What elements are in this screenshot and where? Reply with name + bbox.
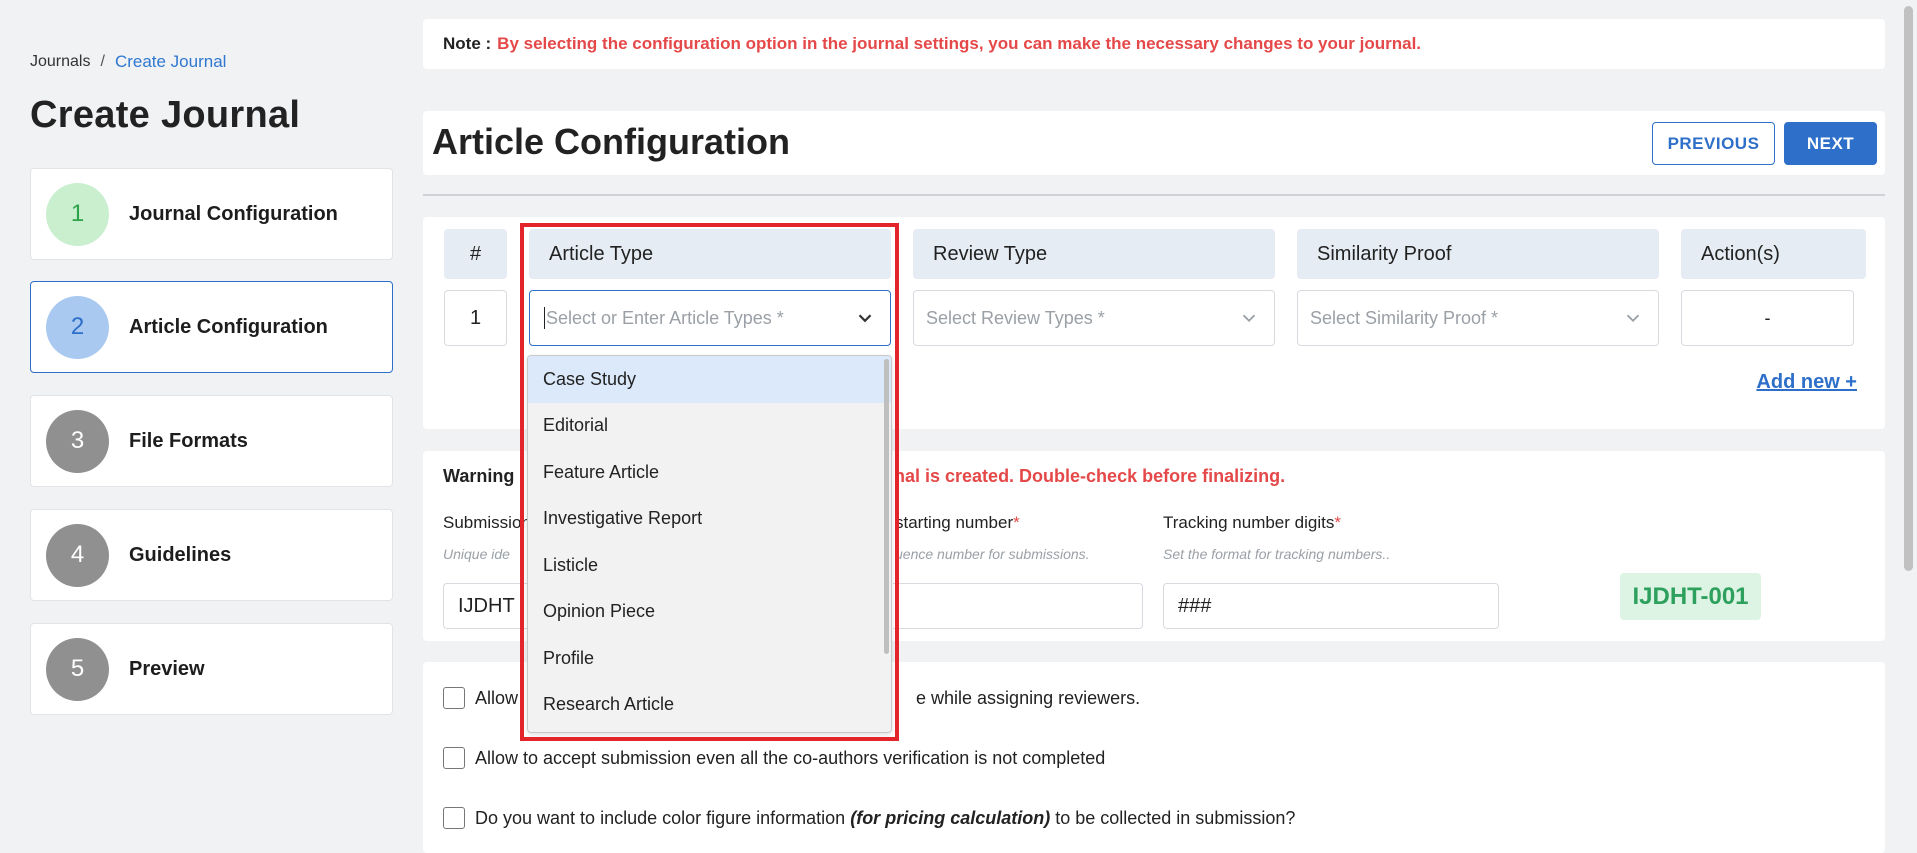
add-new-link[interactable]: Add new + xyxy=(1756,371,1857,394)
tracking-digits-input[interactable]: ### xyxy=(1163,583,1499,629)
step-article-configuration[interactable]: 2 Article Configuration xyxy=(30,281,393,373)
next-button[interactable]: NEXT xyxy=(1784,122,1877,165)
breadcrumb-current[interactable]: Create Journal xyxy=(115,52,227,72)
option-coauthor-verification: Allow to accept submission even all the … xyxy=(443,747,1105,769)
submission-label: Submission xyxy=(443,513,531,532)
breadcrumb: Journals / Create Journal xyxy=(30,52,226,72)
row-number: 1 xyxy=(444,290,507,346)
step-label: Preview xyxy=(129,657,205,680)
tracking-digits-label: Tracking number digits* xyxy=(1163,513,1341,532)
checkbox[interactable] xyxy=(443,747,465,769)
step-preview[interactable]: 5 Preview xyxy=(30,623,393,715)
step-number-badge: 3 xyxy=(46,409,109,473)
option-color-figure: Do you want to include color figure info… xyxy=(443,807,1295,829)
option-text-end: e while assigning reviewers. xyxy=(916,687,1141,708)
step-label: Journal Configuration xyxy=(129,202,338,225)
warning-text: nal is created. Double-check before fina… xyxy=(894,466,1286,486)
starting-number-label: starting number* xyxy=(895,513,1020,532)
review-type-placeholder: Select Review Types * xyxy=(926,307,1105,328)
section-header: Article Configuration PREVIOUS NEXT xyxy=(423,111,1885,175)
option-text-start: Allow xyxy=(475,687,519,708)
note-text: By selecting the configuration option in… xyxy=(497,34,1422,53)
step-label: Guidelines xyxy=(129,543,232,566)
tracking-digits-hint: Set the format for tracking numbers.. xyxy=(1163,546,1391,562)
step-number-badge: 4 xyxy=(46,523,109,587)
header-review-type: Review Type xyxy=(913,229,1275,279)
checkbox[interactable] xyxy=(443,807,465,829)
review-type-select[interactable]: Select Review Types * xyxy=(913,290,1275,346)
previous-button[interactable]: PREVIOUS xyxy=(1652,122,1775,165)
page-scrollbar[interactable] xyxy=(1900,0,1917,853)
option-text-end: to be collected in submission? xyxy=(1050,807,1296,828)
header-similarity-proof: Similarity Proof xyxy=(1297,229,1659,279)
highlight-annotation xyxy=(520,223,899,741)
submission-hint: Unique ide xyxy=(443,546,510,562)
similarity-proof-select[interactable]: Select Similarity Proof * xyxy=(1297,290,1659,346)
step-label: Article Configuration xyxy=(129,315,328,338)
step-number-badge: 5 xyxy=(46,637,109,701)
option-text: Allow to accept submission even all the … xyxy=(475,747,1106,768)
starting-number-hint: uence number for submissions. xyxy=(895,546,1090,562)
step-number-badge: 1 xyxy=(46,182,109,246)
starting-number-input[interactable] xyxy=(893,583,1143,629)
scrollbar-thumb[interactable] xyxy=(1904,6,1913,571)
option-text-start: Do you want to include color figure info… xyxy=(475,807,851,828)
breadcrumb-separator: / xyxy=(100,53,105,70)
chevron-down-icon[interactable] xyxy=(1622,307,1644,329)
note-label: Note : xyxy=(443,34,492,53)
row-action: - xyxy=(1681,290,1854,346)
page-title: Create Journal xyxy=(30,94,301,136)
note-banner: Note : By selecting the configuration op… xyxy=(423,19,1885,69)
option-text-emphasis: (for pricing calculation) xyxy=(850,807,1051,828)
tracking-preview-badge: IJDHT-001 xyxy=(1620,573,1761,620)
step-number-badge: 2 xyxy=(46,295,109,359)
step-label: File Formats xyxy=(129,429,248,452)
similarity-proof-placeholder: Select Similarity Proof * xyxy=(1310,307,1499,328)
breadcrumb-journals-link[interactable]: Journals xyxy=(30,53,90,71)
section-title: Article Configuration xyxy=(432,121,790,162)
warning-label: Warning xyxy=(443,466,515,486)
step-journal-configuration[interactable]: 1 Journal Configuration xyxy=(30,168,393,260)
checkbox[interactable] xyxy=(443,687,465,709)
step-file-formats[interactable]: 3 File Formats xyxy=(30,395,393,487)
header-actions: Action(s) xyxy=(1681,229,1866,279)
step-guidelines[interactable]: 4 Guidelines xyxy=(30,509,393,601)
chevron-down-icon[interactable] xyxy=(1238,307,1260,329)
divider xyxy=(423,194,1885,196)
header-number: # xyxy=(444,229,507,279)
